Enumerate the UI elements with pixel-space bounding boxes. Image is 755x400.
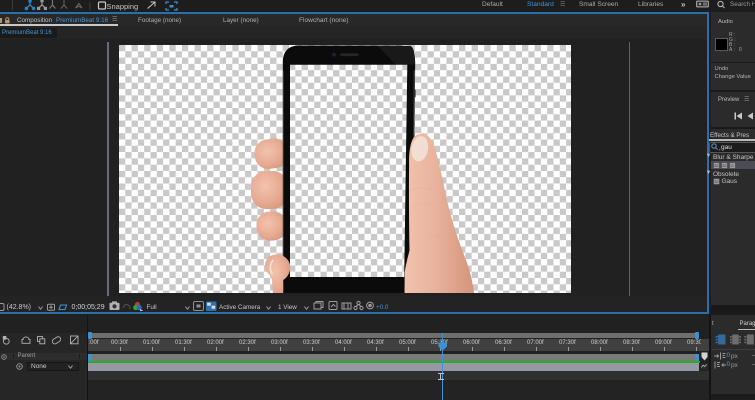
svg-text:32: 32	[714, 163, 719, 168]
svg-text:G: G	[731, 163, 734, 168]
svg-text:32: 32	[722, 163, 727, 168]
svg-text:32: 32	[714, 179, 719, 184]
